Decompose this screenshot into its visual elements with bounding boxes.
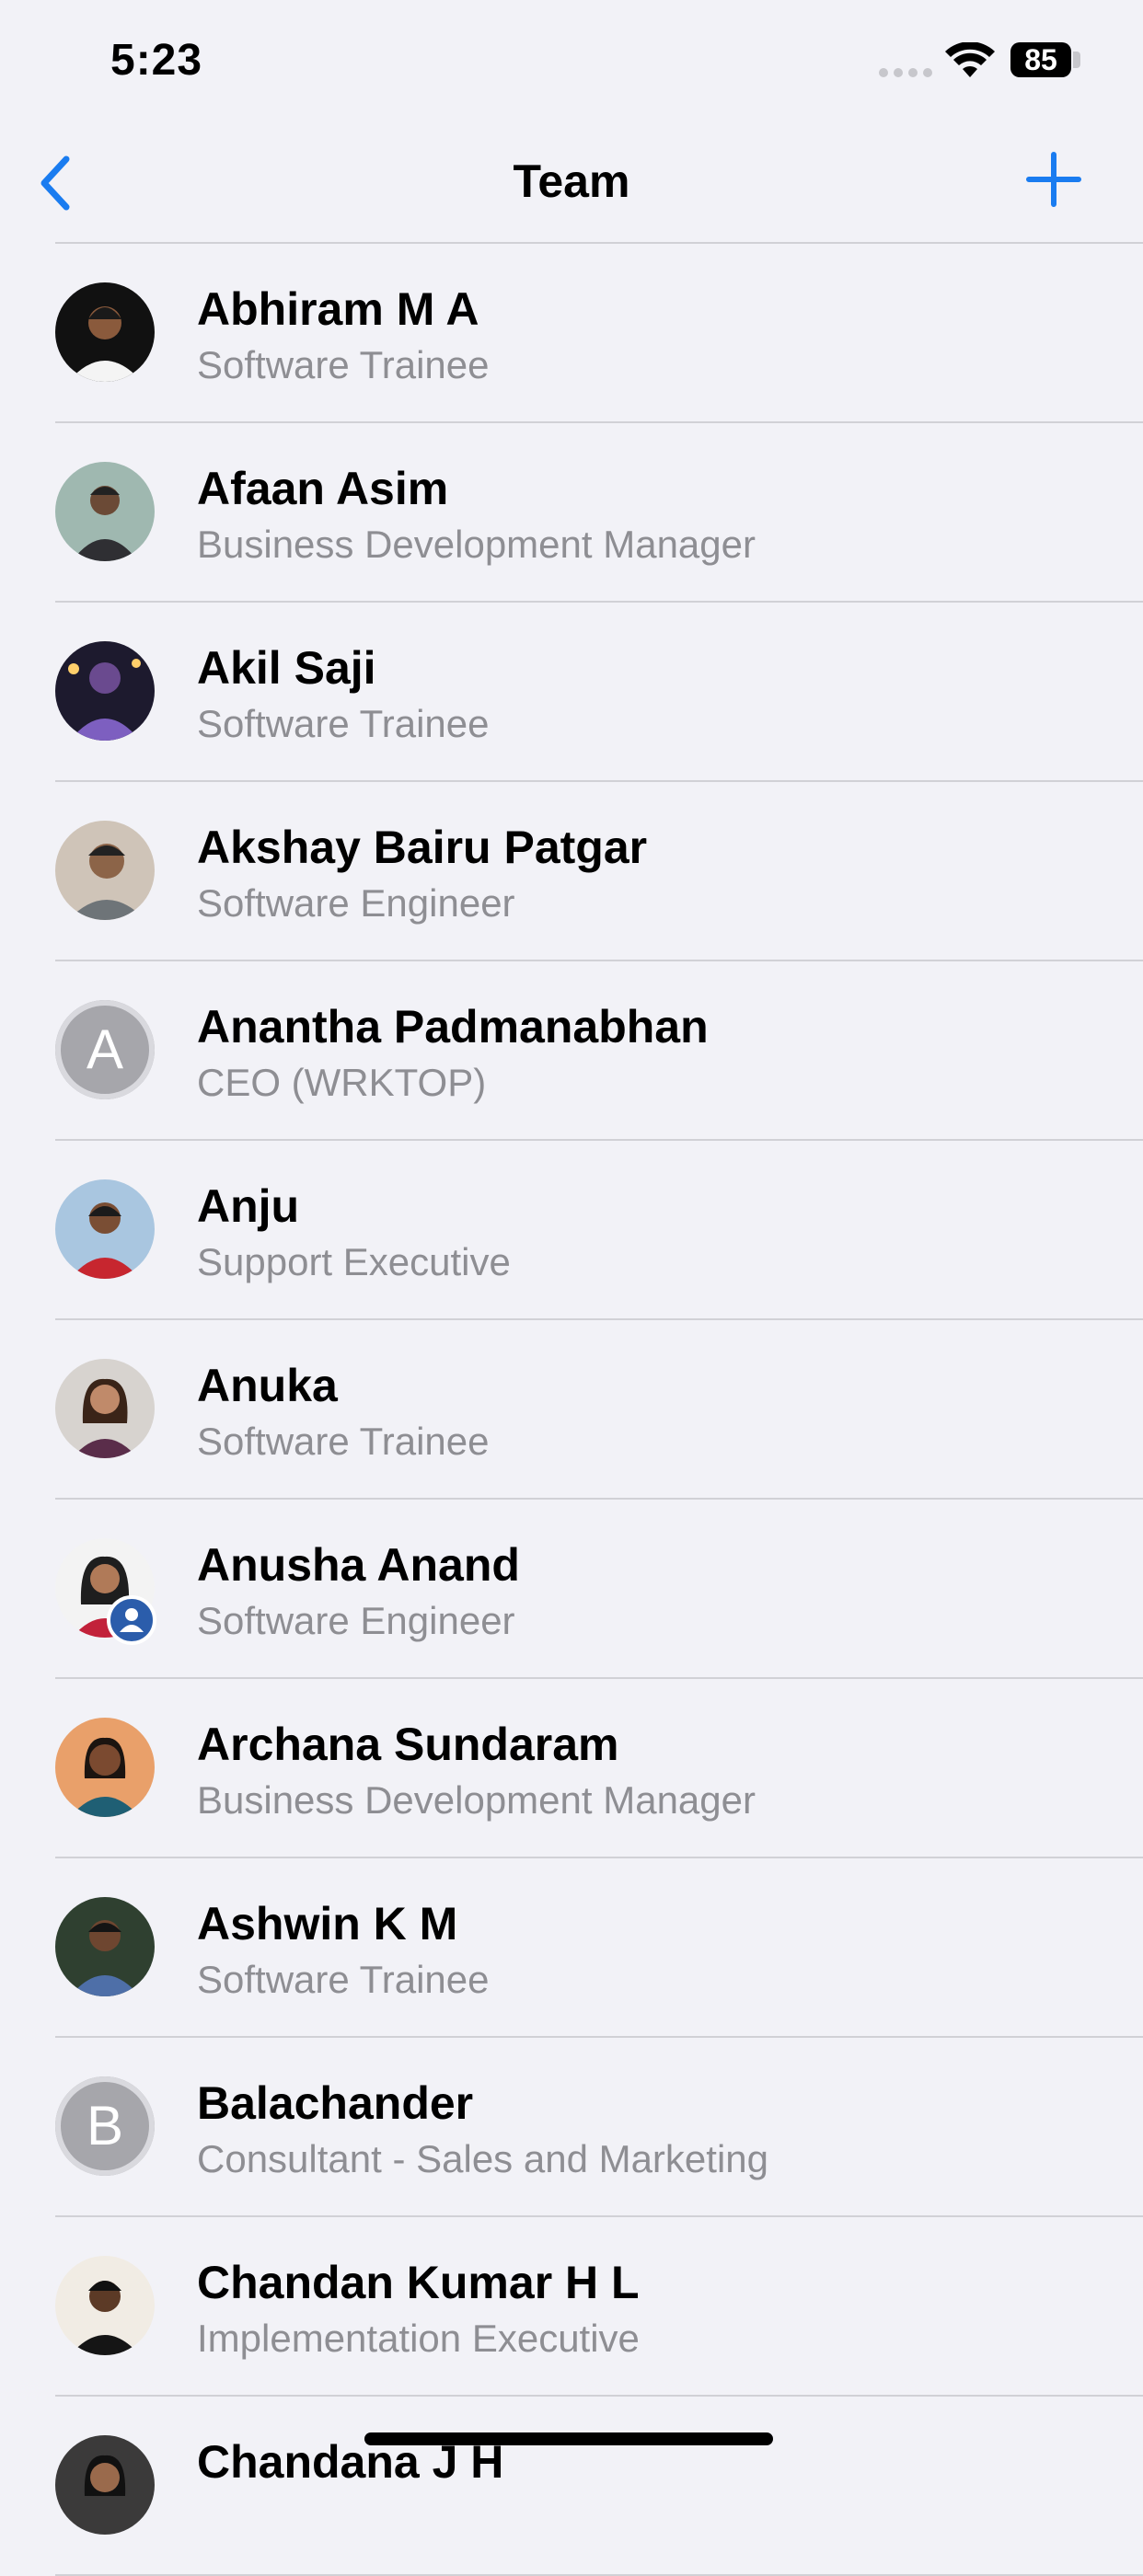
member-role: Software Trainee bbox=[197, 343, 490, 386]
status-time: 5:23 bbox=[110, 36, 203, 85]
avatar bbox=[55, 282, 155, 382]
avatar-initial: A bbox=[55, 1000, 155, 1099]
team-member-row[interactable]: Akshay Bairu Patgar Software Engineer bbox=[0, 782, 1143, 961]
member-role: Software Engineer bbox=[197, 1599, 515, 1642]
member-name: Afaan Asim bbox=[197, 463, 449, 514]
member-name: Archana Sundaram bbox=[197, 1719, 619, 1770]
team-member-row[interactable]: Abhiram M A Software Trainee bbox=[0, 244, 1143, 423]
team-member-row[interactable]: Ashwin K M Software Trainee bbox=[0, 1858, 1143, 2038]
team-member-row[interactable]: Anuka Software Trainee bbox=[0, 1320, 1143, 1500]
team-member-row[interactable]: A Anantha Padmanabhan CEO (WRKTOP) bbox=[0, 961, 1143, 1141]
member-name: Akshay Bairu Patgar bbox=[197, 822, 648, 873]
battery-cap bbox=[1073, 52, 1080, 68]
status-bar: 5:23 85 bbox=[0, 0, 1143, 129]
avatar bbox=[55, 1897, 155, 1996]
member-role: Consultant - Sales and Marketing bbox=[197, 2137, 768, 2180]
avatar bbox=[55, 2256, 155, 2355]
team-member-row[interactable]: B Balachander Consultant - Sales and Mar… bbox=[0, 2038, 1143, 2217]
member-name: Chandan Kumar H L bbox=[197, 2257, 640, 2308]
team-member-row[interactable]: Akil Saji Software Trainee bbox=[0, 603, 1143, 782]
battery-icon: 85 bbox=[1010, 42, 1071, 77]
member-role: Software Trainee bbox=[197, 702, 490, 745]
member-name: Balachander bbox=[197, 2077, 474, 2129]
member-name: Abhiram M A bbox=[197, 283, 479, 335]
member-role: Support Executive bbox=[197, 1240, 511, 1283]
member-role: Business Development Manager bbox=[197, 1778, 756, 1822]
team-member-row[interactable]: Anusha Anand Software Engineer bbox=[0, 1500, 1143, 1679]
member-role: Business Development Manager bbox=[197, 523, 756, 566]
member-name: Anuka bbox=[197, 1360, 338, 1411]
team-member-row[interactable]: Archana Sundaram Business Development Ma… bbox=[0, 1679, 1143, 1858]
wifi-icon bbox=[945, 42, 995, 77]
navigation-bar: Team bbox=[0, 129, 1143, 243]
team-member-row[interactable]: Chandana J H bbox=[0, 2397, 1143, 2576]
team-member-row[interactable]: Anju Support Executive bbox=[0, 1141, 1143, 1320]
contact-badge-icon bbox=[107, 1595, 156, 1645]
member-name: Anusha Anand bbox=[197, 1539, 520, 1591]
member-name: Anju bbox=[197, 1180, 300, 1232]
page-title: Team bbox=[513, 155, 630, 207]
avatar bbox=[55, 2435, 155, 2535]
member-role: CEO (WRKTOP) bbox=[197, 1061, 487, 1104]
home-indicator[interactable] bbox=[364, 2432, 773, 2445]
team-member-row[interactable]: Chandan Kumar H L Implementation Executi… bbox=[0, 2217, 1143, 2397]
avatar-initial: B bbox=[55, 2076, 155, 2176]
member-role: Software Engineer bbox=[197, 881, 515, 925]
avatar bbox=[55, 1179, 155, 1279]
avatar bbox=[55, 1718, 155, 1817]
add-member-button[interactable] bbox=[1023, 149, 1084, 210]
avatar bbox=[55, 821, 155, 920]
member-role: Software Trainee bbox=[197, 1420, 490, 1463]
member-role: Implementation Executive bbox=[197, 2317, 640, 2360]
member-name: Ashwin K M bbox=[197, 1898, 458, 1949]
member-name: Akil Saji bbox=[197, 642, 376, 694]
team-list: Abhiram M A Software Trainee Afaan Asim … bbox=[0, 244, 1143, 2576]
avatar bbox=[55, 641, 155, 741]
member-name: Anantha Padmanabhan bbox=[197, 1001, 709, 1052]
team-member-row[interactable]: Afaan Asim Business Development Manager bbox=[0, 423, 1143, 603]
avatar bbox=[55, 462, 155, 561]
avatar bbox=[55, 1359, 155, 1458]
member-role: Software Trainee bbox=[197, 1958, 490, 2001]
cellular-signal-icon bbox=[879, 68, 932, 77]
